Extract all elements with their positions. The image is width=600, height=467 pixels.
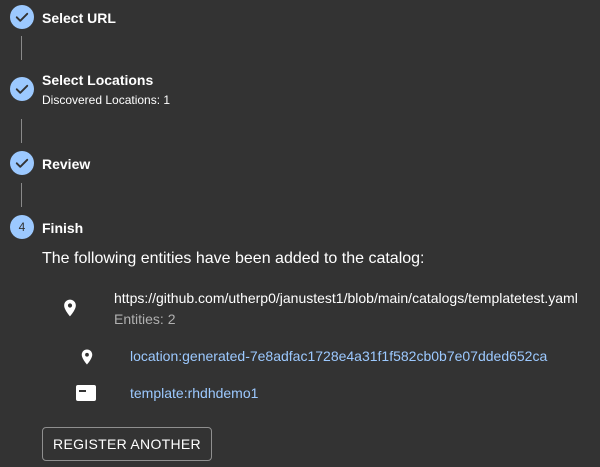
register-wizard: Select URL Select Locations Discovered L… — [0, 0, 600, 467]
step-connector — [21, 36, 22, 60]
entities-count: Entities: 2 — [114, 311, 176, 327]
step-4-title: Finish — [42, 220, 84, 236]
register-another-button[interactable]: REGISTER ANOTHER — [42, 427, 212, 461]
step-4-number: 4 — [18, 220, 26, 234]
location-pin-icon — [78, 347, 96, 372]
step-2-check-icon — [10, 77, 34, 101]
step-4-number-icon: 4 — [10, 215, 34, 239]
entity-link-location[interactable]: location:generated-7e8adfac1728e4a31f1f5… — [130, 348, 547, 364]
step-connector — [21, 183, 22, 207]
step-connector — [21, 119, 22, 143]
step-2-subtitle: Discovered Locations: 1 — [42, 93, 171, 107]
step-2-title: Select Locations — [42, 72, 154, 88]
step-1-title: Select URL — [42, 10, 116, 26]
location-url: https://github.com/utherp0/janustest1/bl… — [114, 290, 578, 306]
step-3-check-icon — [10, 151, 34, 175]
entity-link-template[interactable]: template:rhdhdemo1 — [130, 385, 258, 401]
step-1-check-icon — [10, 5, 34, 29]
template-card-icon — [75, 383, 97, 408]
finish-heading: The following entities have been added t… — [42, 250, 425, 267]
step-3-title: Review — [42, 156, 91, 172]
location-pin-icon — [60, 297, 80, 324]
